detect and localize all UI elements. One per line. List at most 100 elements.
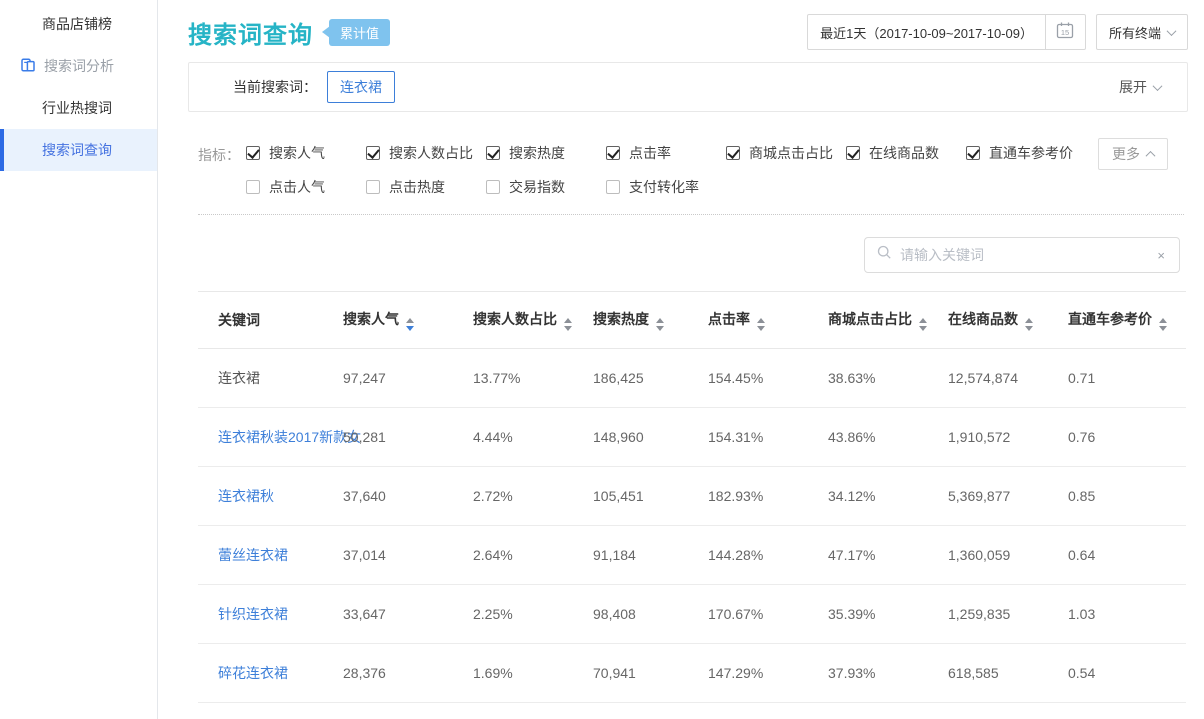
checkbox-search-heat[interactable]: [486, 146, 500, 160]
cell-value: 4.44%: [473, 408, 593, 467]
terminal-select[interactable]: 所有终端: [1096, 14, 1188, 50]
sort-icon[interactable]: [919, 318, 927, 331]
sidebar-item-product-shop-ranking[interactable]: 商品店铺榜: [0, 3, 157, 45]
keyword-search-input[interactable]: [900, 247, 1147, 263]
metric-option: 搜索人数占比: [366, 143, 486, 163]
header-band: 搜索词查询 累计值 最近1天（2017-10-09~2017-10-09）: [158, 0, 1204, 128]
more-button[interactable]: 更多: [1098, 138, 1168, 170]
page-title: 搜索词查询: [188, 15, 313, 50]
sort-icon[interactable]: [757, 318, 765, 331]
col-header-online-products[interactable]: 在线商品数: [948, 292, 1068, 349]
expand-toggle[interactable]: 展开: [1119, 77, 1161, 97]
metric-option: 搜索人气: [246, 143, 366, 163]
col-header-mall-click-share[interactable]: 商城点击占比: [828, 292, 948, 349]
search-icon: [877, 245, 892, 265]
keyword-link[interactable]: 连衣裙秋装2017新款女: [218, 429, 361, 445]
col-header-keyword: 关键词: [198, 292, 343, 349]
cumulative-badge: 累计值: [329, 19, 390, 46]
cell-value: 1,910,572: [948, 408, 1068, 467]
cell-value: 5,369,877: [948, 467, 1068, 526]
app-window: 商品店铺榜 搜索词分析 行业热搜词 搜索词查询 搜索词查询: [0, 0, 1204, 719]
table-header-row: 关键词 搜索人气 搜索人数占比 搜索热度: [198, 292, 1186, 349]
sort-icon[interactable]: [564, 318, 572, 331]
cell-value: 2.72%: [473, 467, 593, 526]
sidebar-item-industry-hot-words[interactable]: 行业热搜词: [0, 87, 157, 129]
cell-value: 0.71: [1068, 349, 1186, 408]
cell-value: 1.03: [1068, 585, 1186, 644]
metric-option: 搜索热度: [486, 143, 606, 163]
metrics-selector: 指标： 搜索人气 搜索人数占比 搜索热度: [198, 142, 1188, 210]
cell-value: 35.39%: [828, 585, 948, 644]
cell-value: 40.87%: [828, 703, 948, 719]
cell-value: 97,247: [343, 349, 473, 408]
cell-value: 0.85: [1068, 467, 1186, 526]
keyword-results-table: 关键词 搜索人气 搜索人数占比 搜索热度: [198, 291, 1186, 719]
sidebar-item-label: 商品店铺榜: [42, 14, 112, 34]
cell-value: 148,960: [593, 408, 708, 467]
col-header-click-rate[interactable]: 点击率: [708, 292, 828, 349]
sort-icon[interactable]: [406, 318, 414, 331]
table-row: 连衣裙秋 37,640 2.72% 105,451 182.93% 34.12%…: [198, 467, 1186, 526]
keyword-text: 连衣裙: [218, 370, 260, 386]
table-row: 针织连衣裙 33,647 2.25% 98,408 170.67% 35.39%…: [198, 585, 1186, 644]
cell-value: 170.67%: [708, 585, 828, 644]
col-header-search-heat[interactable]: 搜索热度: [593, 292, 708, 349]
sort-icon[interactable]: [1159, 318, 1167, 331]
sort-icon[interactable]: [1025, 318, 1033, 331]
checkbox-searcher-share[interactable]: [366, 146, 380, 160]
current-word-chip[interactable]: 连衣裙: [327, 71, 395, 103]
col-header-searcher-share[interactable]: 搜索人数占比: [473, 292, 593, 349]
checkbox-ztc-reference-price[interactable]: [966, 146, 980, 160]
clear-icon[interactable]: ×: [1155, 248, 1167, 263]
checkbox-mall-click-share[interactable]: [726, 146, 740, 160]
cell-value: 28,216: [343, 703, 473, 719]
checkbox-click-heat[interactable]: [366, 180, 380, 194]
sidebar-item-search-word-query[interactable]: 搜索词查询: [0, 129, 157, 171]
content-area: 指标： 搜索人气 搜索人数占比 搜索热度: [158, 128, 1204, 719]
calendar-button[interactable]: 15: [1045, 15, 1085, 49]
metric-option: 点击率: [606, 143, 726, 163]
cell-value: 50,281: [343, 408, 473, 467]
cell-value: 38.63%: [828, 349, 948, 408]
expand-label: 展开: [1119, 77, 1147, 97]
col-header-ztc-price[interactable]: 直通车参考价: [1068, 292, 1186, 349]
sidebar-item-label: 行业热搜词: [42, 98, 112, 118]
metrics-label: 指标：: [198, 142, 246, 210]
cell-value: 37,014: [343, 526, 473, 585]
checkbox-transaction-index[interactable]: [486, 180, 500, 194]
cell-value: 0.76: [1068, 408, 1186, 467]
cell-value: 34.12%: [828, 467, 948, 526]
cell-value: 2.64%: [473, 526, 593, 585]
checkbox-payment-conversion[interactable]: [606, 180, 620, 194]
keyword-link[interactable]: 连衣裙秋: [218, 488, 274, 504]
svg-text:15: 15: [1061, 28, 1069, 37]
cell-value: 69,150: [593, 703, 708, 719]
metric-option: 交易指数: [486, 177, 606, 197]
metric-option: 商城点击占比: [726, 143, 846, 163]
keyword-link[interactable]: 碎花连衣裙: [218, 665, 288, 681]
checkbox-search-popularity[interactable]: [246, 146, 260, 160]
cell-value: 1.67%: [473, 703, 593, 719]
cell-value: 0.64: [1068, 526, 1186, 585]
metric-option: 点击人气: [246, 177, 366, 197]
keyword-link[interactable]: 蕾丝连衣裙: [218, 547, 288, 563]
sidebar-item-label: 搜索词分析: [44, 56, 114, 76]
terminal-select-value: 所有终端: [1109, 23, 1161, 42]
cell-value: 33,647: [343, 585, 473, 644]
sidebar-item-label: 搜索词查询: [42, 140, 112, 160]
current-search-word-panel: 当前搜索词： 连衣裙 展开: [188, 62, 1188, 112]
sidebar-item-search-word-analysis[interactable]: 搜索词分析: [0, 45, 157, 87]
chevron-up-icon: [1146, 150, 1156, 160]
keyword-link[interactable]: 针织连衣裙: [218, 606, 288, 622]
cell-value: 13.77%: [473, 349, 593, 408]
checkbox-online-products[interactable]: [846, 146, 860, 160]
checkbox-click-rate[interactable]: [606, 146, 620, 160]
col-header-search-popularity[interactable]: 搜索人气: [343, 292, 473, 349]
cell-value: 147.29%: [708, 644, 828, 703]
date-range-picker[interactable]: 最近1天（2017-10-09~2017-10-09） 15: [807, 14, 1086, 50]
cell-value: 28,376: [343, 644, 473, 703]
sort-icon[interactable]: [656, 318, 664, 331]
cell-value: 1,360,059: [948, 526, 1068, 585]
table-row: 雪纺连衣裙 28,216 1.67% 69,150 148.81% 40.87%…: [198, 703, 1186, 719]
checkbox-click-popularity[interactable]: [246, 180, 260, 194]
